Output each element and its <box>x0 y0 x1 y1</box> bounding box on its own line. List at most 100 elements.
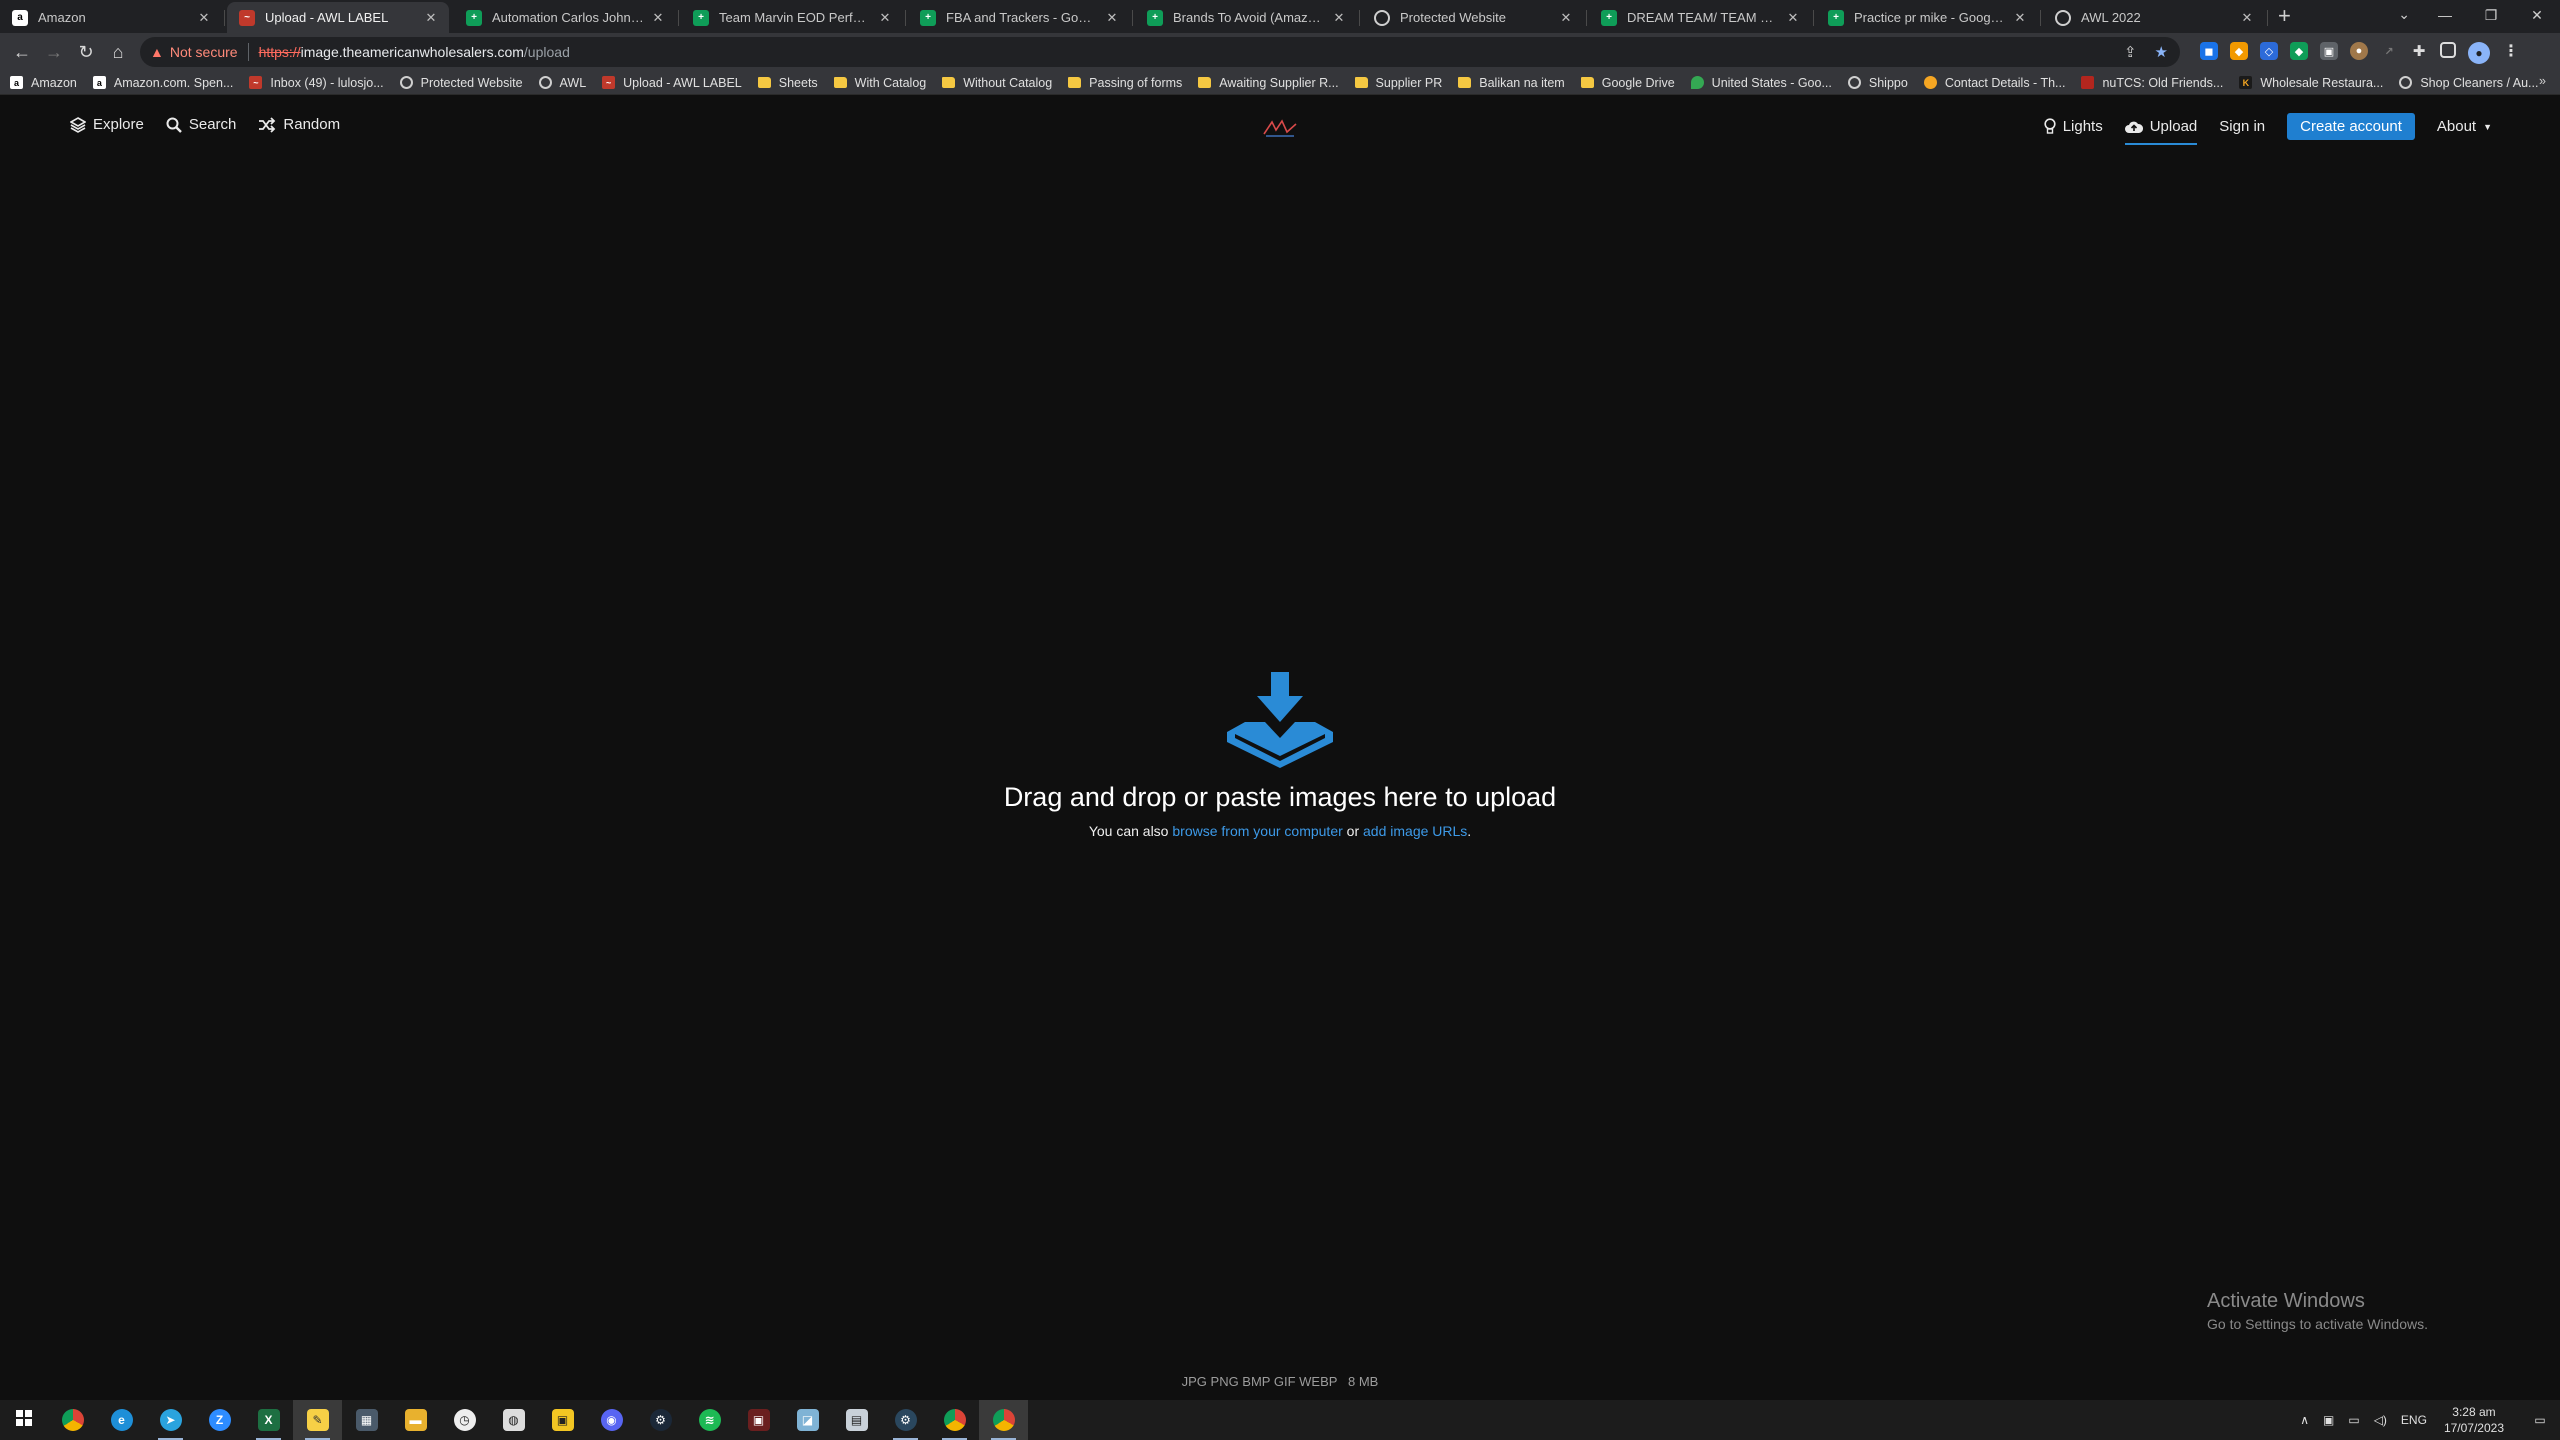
browser-tab[interactable]: + Brands To Avoid (Amazon) - Go ✕ <box>1135 2 1360 33</box>
bookmark-item[interactable]: Passing of forms <box>1068 76 1182 90</box>
tab-close-icon[interactable]: ✕ <box>2239 10 2255 26</box>
restore-icon[interactable]: ❐ <box>2468 0 2514 33</box>
bookmarks-overflow-icon[interactable]: » <box>2539 74 2546 88</box>
taskbar-spotify-icon[interactable]: ≋ <box>685 1400 734 1440</box>
extension-icon[interactable]: ● <box>2350 42 2368 60</box>
new-tab-button[interactable]: + <box>2278 3 2291 29</box>
browser-tab[interactable]: a Amazon ✕ <box>0 2 225 33</box>
taskbar-chrome-active-icon[interactable] <box>979 1400 1028 1440</box>
taskbar-edge-icon[interactable]: e <box>97 1400 146 1440</box>
tab-close-icon[interactable]: ✕ <box>1785 10 1801 26</box>
tray-overflow-icon[interactable]: ∧ <box>2300 1413 2309 1427</box>
browser-tab[interactable]: Protected Website ✕ <box>1362 2 1587 33</box>
bookmark-item[interactable]: Google Drive <box>1580 76 1675 90</box>
taskbar-app-icon[interactable]: ▣ <box>538 1400 587 1440</box>
browser-tab[interactable]: + DREAM TEAM/ TEAM MARVIN ✕ <box>1589 2 1814 33</box>
create-account-button[interactable]: Create account <box>2287 113 2415 140</box>
sign-in-link[interactable]: Sign in <box>2219 118 2265 135</box>
bookmark-item[interactable]: K Wholesale Restaura... <box>2239 76 2383 90</box>
tab-close-icon[interactable]: ✕ <box>423 10 439 26</box>
volume-icon[interactable]: ◁) <box>2374 1413 2387 1427</box>
bookmark-item[interactable]: Awaiting Supplier R... <box>1198 76 1339 90</box>
address-bar[interactable]: ▲ Not secure https:// image.theamericanw… <box>140 37 2180 67</box>
nav-random[interactable]: Random <box>258 116 340 133</box>
tab-close-icon[interactable]: ✕ <box>1331 10 1347 26</box>
tray-app-icon[interactable]: ▣ <box>2323 1413 2334 1427</box>
bookmark-item[interactable]: Balikan na item <box>1458 76 1565 90</box>
bookmark-item[interactable]: Without Catalog <box>942 76 1052 90</box>
taskbar-discord-icon[interactable]: ◉ <box>587 1400 636 1440</box>
bookmark-item[interactable]: With Catalog <box>833 76 926 90</box>
notifications-icon[interactable]: ▭ <box>2520 1413 2560 1427</box>
add-image-urls-link[interactable]: add image URLs <box>1363 823 1467 839</box>
taskbar-app-icon[interactable]: ◪ <box>783 1400 832 1440</box>
language-indicator[interactable]: ENG <box>2401 1413 2427 1427</box>
bookmark-item[interactable]: United States - Goo... <box>1690 76 1832 90</box>
bookmark-item[interactable]: Sheets <box>757 76 818 90</box>
taskbar-app-icon[interactable]: ▣ <box>734 1400 783 1440</box>
extension-icon[interactable]: ↗ <box>2380 42 2398 60</box>
taskbar-telegram-icon[interactable]: ➤ <box>146 1400 195 1440</box>
taskbar-zoom-icon[interactable]: Z <box>195 1400 244 1440</box>
browser-tab[interactable]: + Automation Carlos Johnson - G ✕ <box>454 2 679 33</box>
network-icon[interactable]: ▭ <box>2348 1413 2359 1427</box>
nav-upload[interactable]: Upload <box>2124 118 2197 145</box>
forward-icon[interactable]: → <box>38 42 70 63</box>
bookmark-item[interactable]: a Amazon <box>10 76 77 90</box>
extension-icon[interactable]: ◼ <box>2200 42 2218 60</box>
minimize-icon[interactable]: — <box>2422 0 2468 33</box>
extension-icon[interactable]: ▣ <box>2320 42 2338 60</box>
bookmark-item[interactable]: Protected Website <box>399 76 523 90</box>
taskbar-chrome-icon[interactable] <box>48 1400 97 1440</box>
browser-tab[interactable]: + FBA and Trackers - Google She ✕ <box>908 2 1133 33</box>
nav-explore[interactable]: Explore <box>70 116 144 133</box>
close-window-icon[interactable]: ✕ <box>2514 0 2560 33</box>
tab-close-icon[interactable]: ✕ <box>196 10 212 26</box>
side-panel-icon[interactable] <box>2440 42 2456 58</box>
bookmark-star-icon[interactable]: ★ <box>2155 43 2168 61</box>
bookmark-item[interactable]: Supplier PR <box>1354 76 1442 90</box>
bookmark-item[interactable]: ~ Upload - AWL LABEL <box>602 76 742 90</box>
taskbar-chrome-window-icon[interactable] <box>930 1400 979 1440</box>
nav-lights[interactable]: Lights <box>2044 118 2103 135</box>
menu-kebab-icon[interactable]: ⋮ <box>2502 42 2520 60</box>
bookmark-item[interactable]: AWL <box>538 76 586 90</box>
browser-tab[interactable]: ~ Upload - AWL LABEL ✕ <box>227 2 449 33</box>
reload-icon[interactable]: ↻ <box>70 42 102 63</box>
windows-start-icon[interactable] <box>0 1409 48 1431</box>
browse-computer-link[interactable]: browse from your computer <box>1172 823 1342 839</box>
tab-close-icon[interactable]: ✕ <box>2012 10 2028 26</box>
extension-icon[interactable]: ◆ <box>2230 42 2248 60</box>
back-icon[interactable]: ← <box>6 42 38 63</box>
bookmark-item[interactable]: Shippo <box>1847 76 1908 90</box>
taskbar-app-icon[interactable]: ◍ <box>489 1400 538 1440</box>
share-icon[interactable]: ⇪ <box>2124 43 2137 61</box>
taskbar-steam-icon[interactable]: ⚙ <box>636 1400 685 1440</box>
taskbar-clock[interactable]: 3:28 am 17/07/2023 <box>2444 1404 2504 1436</box>
tab-close-icon[interactable]: ✕ <box>1558 10 1574 26</box>
not-secure-label[interactable]: Not secure <box>170 44 238 60</box>
bookmark-item[interactable]: nuTCS: Old Friends... <box>2081 76 2223 90</box>
home-icon[interactable]: ⌂ <box>102 42 134 63</box>
browser-tab[interactable]: AWL 2022 ✕ <box>2043 2 2268 33</box>
puzzle-icon[interactable]: ✚ <box>2410 42 2428 60</box>
profile-avatar[interactable]: ● <box>2468 42 2490 64</box>
nav-search[interactable]: Search <box>166 116 236 133</box>
bookmark-item[interactable]: Shop Cleaners / Au... <box>2399 76 2538 90</box>
taskbar-calculator-icon[interactable]: ▦ <box>342 1400 391 1440</box>
browser-tab[interactable]: + Team Marvin EOD Performanc ✕ <box>681 2 906 33</box>
bookmark-item[interactable]: Contact Details - Th... <box>1923 76 2065 90</box>
taskbar-sticky-notes-icon[interactable]: ✎ <box>293 1400 342 1440</box>
taskbar-excel-icon[interactable]: X <box>244 1400 293 1440</box>
taskbar-steam-client-icon[interactable]: ⚙ <box>881 1400 930 1440</box>
bookmark-item[interactable]: ~ Inbox (49) - lulosjo... <box>249 76 384 90</box>
bookmark-item[interactable]: a Amazon.com. Spen... <box>92 76 233 90</box>
about-dropdown[interactable]: About ▼ <box>2437 118 2492 135</box>
tab-close-icon[interactable]: ✕ <box>650 10 666 26</box>
site-logo[interactable] <box>1262 118 1298 138</box>
tab-search-icon[interactable]: ⌄ <box>2398 6 2410 23</box>
extension-icon[interactable]: ◆ <box>2290 42 2308 60</box>
taskbar-app-icon[interactable]: ▤ <box>832 1400 881 1440</box>
tab-close-icon[interactable]: ✕ <box>877 10 893 26</box>
taskbar-clock-icon[interactable]: ◷ <box>440 1400 489 1440</box>
